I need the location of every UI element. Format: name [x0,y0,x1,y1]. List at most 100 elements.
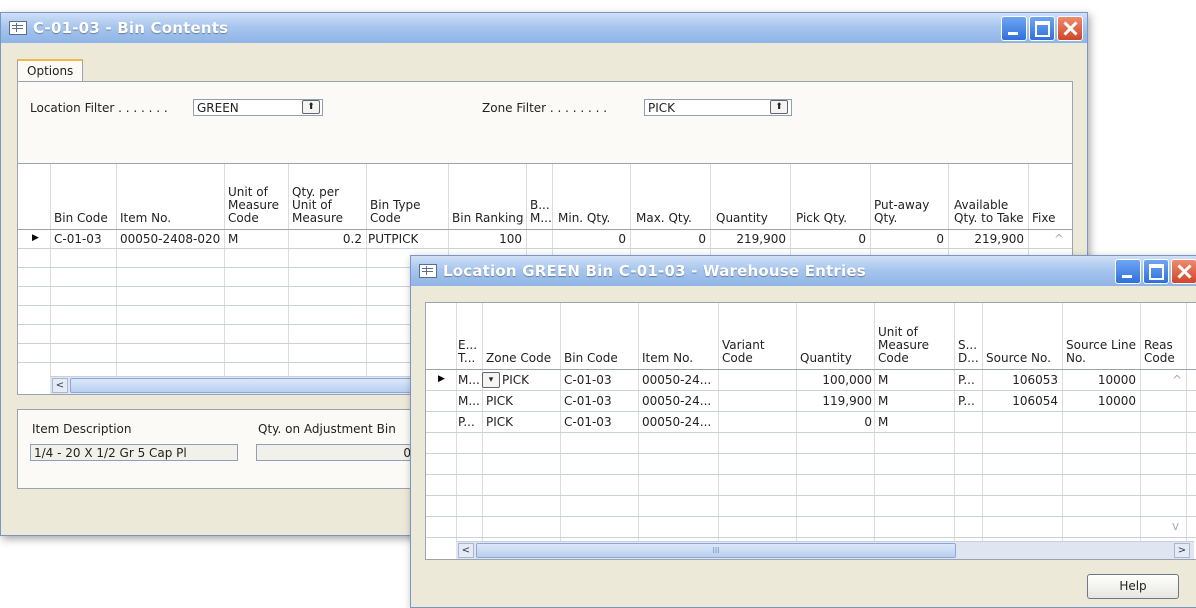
warehouse-entries-title: Location GREEN Bin C-01-03 - Warehouse E… [443,262,866,280]
cell-uom[interactable]: M [228,232,238,246]
col-available-qty[interactable]: Available Qty. to Take [954,199,1024,225]
cell-source-no[interactable]: 106053 [984,373,1058,387]
cell-bin-ranking[interactable]: 100 [450,232,522,246]
cell-item-no[interactable]: 00050-24... [642,394,711,408]
col-block-movement[interactable]: B... M... [530,199,552,225]
table-row[interactable]: ▶ C-01-03 00050-2408-020 M 0.2 PUTPICK 1… [18,230,1072,248]
scroll-thumb[interactable] [70,378,432,393]
cell-bin-code[interactable]: C-01-03 [54,232,102,246]
col-reason-code[interactable]: Reas Code [1144,339,1175,365]
scroll-up-icon[interactable]: ^ [1054,232,1064,246]
cell-pick-qty[interactable]: 0 [792,232,866,246]
col-variant-code[interactable]: Variant Code [722,339,765,365]
form-icon [419,264,437,278]
cell-source-line-no[interactable]: 10000 [1064,394,1136,408]
cell-item-no[interactable]: 00050-24... [642,415,711,429]
col-quantity[interactable]: Quantity [716,212,768,225]
cell-uom[interactable]: M [878,415,888,429]
cell-uom[interactable]: M [878,373,888,387]
col-entry-type[interactable]: E... T... [458,339,477,365]
zone-lookup-icon[interactable]: ⬆ [770,100,788,114]
col-bin-type-code[interactable]: Bin Type Code [370,199,421,225]
col-bin-ranking[interactable]: Bin Ranking [452,212,524,225]
cell-min-qty[interactable]: 0 [554,232,626,246]
col-uom-code[interactable]: Unit of Measure Code [878,326,929,365]
cell-source-doc[interactable]: P... [958,373,975,387]
col-min-qty[interactable]: Min. Qty. [558,212,610,225]
cell-uom[interactable]: M [878,394,888,408]
col-source-doc[interactable]: S... D... [958,339,979,365]
table-row[interactable]: P... PICK C-01-03 00050-24... 0 M [426,412,1196,432]
location-filter-label: Location Filter . . . . . . . [30,101,168,115]
col-quantity[interactable]: Quantity [800,352,852,365]
col-bin-code[interactable]: Bin Code [54,212,108,225]
scroll-right-icon[interactable]: > [1174,543,1190,558]
qty-adjustment-label: Qty. on Adjustment Bin [258,422,396,436]
cell-quantity[interactable]: 0 [798,415,872,429]
help-button[interactable]: Help [1087,574,1179,599]
options-panel: Location Filter . . . . . . . GREEN ⬆ Zo… [17,81,1073,165]
item-description-field: 1/4 - 20 X 1/2 Gr 5 Cap Pl [30,444,238,461]
cell-entry-type[interactable]: P... [458,415,475,429]
col-source-line-no[interactable]: Source Line No. [1066,339,1136,365]
minimize-button[interactable] [1115,259,1141,284]
minimize-button[interactable] [1001,16,1027,41]
cell-source-no[interactable]: 106054 [984,394,1058,408]
cell-bin-code[interactable]: C-01-03 [564,373,612,387]
qty-adjustment-field: 0 [256,444,416,461]
cell-bin-code[interactable]: C-01-03 [564,394,612,408]
col-fixed[interactable]: Fixe [1032,212,1055,225]
zone-filter-label: Zone Filter . . . . . . . . [482,101,608,115]
close-button[interactable] [1171,259,1196,284]
bin-contents-title: C-01-03 - Bin Contents [33,19,229,37]
col-zone-code[interactable]: Zone Code [486,352,551,365]
table-row[interactable]: ▶ M... ▾ PICK C-01-03 00050-24... 100,00… [426,370,1196,390]
warehouse-entries-grid: E... T... Zone Code Bin Code Item No. Va… [425,302,1196,560]
cell-quantity[interactable]: 100,000 [798,373,872,387]
maximize-button[interactable] [1029,16,1055,41]
col-qty-per-uom[interactable]: Qty. per Unit of Measure [292,186,343,225]
cell-zone-code[interactable]: PICK [486,415,513,429]
row-selector-icon[interactable]: ▶ [438,374,445,384]
cell-max-qty[interactable]: 0 [632,232,706,246]
horizontal-scrollbar[interactable]: < III > [456,541,1194,559]
scroll-left-icon[interactable]: < [52,378,68,393]
cell-item-no[interactable]: 00050-24... [642,373,711,387]
scroll-up-icon[interactable]: ^ [1172,373,1182,387]
close-button[interactable] [1057,16,1083,41]
cell-source-doc[interactable]: P... [958,394,975,408]
col-max-qty[interactable]: Max. Qty. [636,212,692,225]
cell-quantity[interactable]: 119,900 [798,394,872,408]
cell-entry-type[interactable]: M... [458,394,480,408]
col-uom-code[interactable]: Unit of Measure Code [228,186,279,225]
cell-zone-code[interactable]: PICK [486,394,513,408]
cell-bin-type[interactable]: PUTPICK [368,232,418,246]
form-icon [9,21,27,35]
dropdown-icon[interactable]: ▾ [482,372,500,388]
cell-entry-type[interactable]: M... [458,373,480,387]
cell-item-no[interactable]: 00050-2408-020 [120,232,220,246]
scroll-left-icon[interactable]: < [458,543,474,558]
cell-zone-code[interactable]: PICK [502,373,529,387]
tab-options[interactable]: Options [17,59,84,81]
cell-quantity[interactable]: 219,900 [712,232,786,246]
scroll-down-icon[interactable]: v [1172,519,1179,533]
maximize-button[interactable] [1143,259,1169,284]
warehouse-entries-titlebar[interactable]: Location GREEN Bin C-01-03 - Warehouse E… [411,256,1196,286]
row-selector-icon[interactable]: ▶ [32,233,39,243]
col-item-no[interactable]: Item No. [120,212,171,225]
table-row[interactable]: M... PICK C-01-03 00050-24... 119,900 M … [426,391,1196,411]
col-item-no[interactable]: Item No. [642,352,693,365]
col-bin-code[interactable]: Bin Code [564,352,618,365]
col-source-no[interactable]: Source No. [986,352,1051,365]
scroll-thumb[interactable]: III [476,543,956,558]
col-pick-qty[interactable]: Pick Qty. [796,212,847,225]
cell-source-line-no[interactable]: 10000 [1064,373,1136,387]
bin-contents-titlebar[interactable]: C-01-03 - Bin Contents [1,13,1087,43]
location-lookup-icon[interactable]: ⬆ [302,100,320,114]
cell-qty-per-uom[interactable]: 0.2 [290,232,362,246]
cell-available-qty[interactable]: 219,900 [950,232,1024,246]
col-putaway-qty[interactable]: Put-away Qty. [874,199,929,225]
cell-bin-code[interactable]: C-01-03 [564,415,612,429]
cell-putaway-qty[interactable]: 0 [872,232,944,246]
